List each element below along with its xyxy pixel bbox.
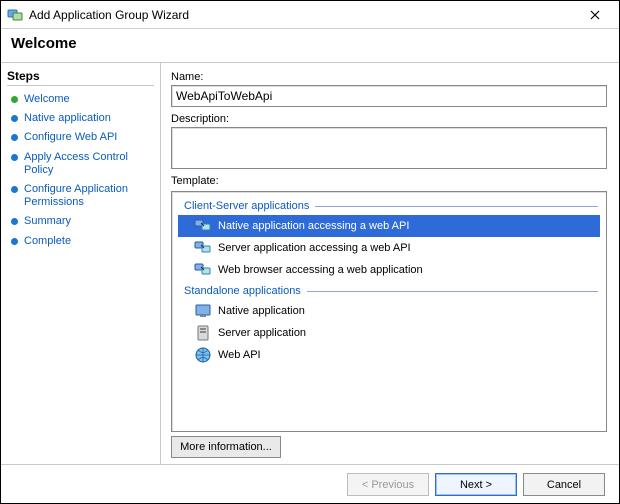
close-button[interactable]	[577, 4, 613, 26]
description-label: Description:	[171, 113, 607, 125]
page-title: Welcome	[11, 35, 609, 52]
server-app-icon	[194, 324, 212, 342]
step-bullet-icon	[11, 134, 18, 141]
web-api-icon	[194, 346, 212, 364]
template-item-label: Web API	[218, 349, 261, 361]
step-configure-web-api[interactable]: Configure Web API	[7, 128, 154, 147]
main-panel: Name: Description: Template: Client-Serv…	[161, 63, 619, 464]
app-icon	[7, 7, 23, 23]
name-input[interactable]	[171, 85, 607, 107]
template-list[interactable]: Client-Server applications Native applic…	[171, 191, 607, 432]
template-item-label: Server application	[218, 327, 306, 339]
template-label: Template:	[171, 175, 607, 187]
step-bullet-icon	[11, 218, 18, 225]
step-apply-access-control-policy[interactable]: Apply Access Control Policy	[7, 148, 154, 180]
step-configure-application-permissions[interactable]: Configure Application Permissions	[7, 180, 154, 212]
template-item-label: Web browser accessing a web application	[218, 264, 423, 276]
step-label: Summary	[24, 215, 71, 228]
step-label: Complete	[24, 235, 71, 248]
previous-button: < Previous	[347, 473, 429, 496]
steps-sidebar: Steps Welcome Native application Configure…	[1, 63, 161, 464]
step-native-application[interactable]: Native application	[7, 109, 154, 128]
browser-webapp-icon	[194, 261, 212, 279]
step-label: Configure Web API	[24, 131, 117, 144]
cancel-button[interactable]: Cancel	[523, 473, 605, 496]
native-webapi-icon	[194, 217, 212, 235]
template-item-web-browser-accessing-a-web-application[interactable]: Web browser accessing a web application	[178, 259, 600, 281]
native-app-icon	[194, 302, 212, 320]
step-complete[interactable]: Complete	[7, 232, 154, 251]
template-item-label: Native application	[218, 305, 305, 317]
title-bar: Add Application Group Wizard	[1, 1, 619, 29]
step-label: Welcome	[24, 93, 70, 106]
step-bullet-icon	[11, 154, 18, 161]
template-group-header: Standalone applications	[184, 285, 598, 297]
template-group-header: Client-Server applications	[184, 200, 598, 212]
wizard-footer: < Previous Next > Cancel	[1, 464, 619, 504]
name-label: Name:	[171, 71, 607, 83]
step-bullet-icon	[11, 115, 18, 122]
step-summary[interactable]: Summary	[7, 212, 154, 231]
window-title: Add Application Group Wizard	[29, 8, 577, 22]
step-bullet-icon	[11, 238, 18, 245]
template-item-server-application[interactable]: Server application	[178, 322, 600, 344]
step-bullet-icon	[11, 186, 18, 193]
step-label: Apply Access Control Policy	[24, 151, 152, 177]
step-bullet-icon	[11, 96, 18, 103]
step-label: Configure Application Permissions	[24, 183, 152, 209]
server-webapi-icon	[194, 239, 212, 257]
step-welcome[interactable]: Welcome	[7, 90, 154, 109]
more-information-button[interactable]: More information...	[171, 436, 281, 458]
template-item-label: Native application accessing a web API	[218, 220, 409, 232]
template-item-label: Server application accessing a web API	[218, 242, 411, 254]
steps-title: Steps	[7, 69, 154, 86]
wizard-header: Welcome	[1, 29, 619, 62]
template-item-native-application-accessing-a-web-api[interactable]: Native application accessing a web API	[178, 215, 600, 237]
next-button[interactable]: Next >	[435, 473, 517, 496]
description-input[interactable]	[171, 127, 607, 169]
template-item-native-application[interactable]: Native application	[178, 300, 600, 322]
step-label: Native application	[24, 112, 111, 125]
template-item-server-application-accessing-a-web-api[interactable]: Server application accessing a web API	[178, 237, 600, 259]
template-item-web-api[interactable]: Web API	[178, 344, 600, 366]
